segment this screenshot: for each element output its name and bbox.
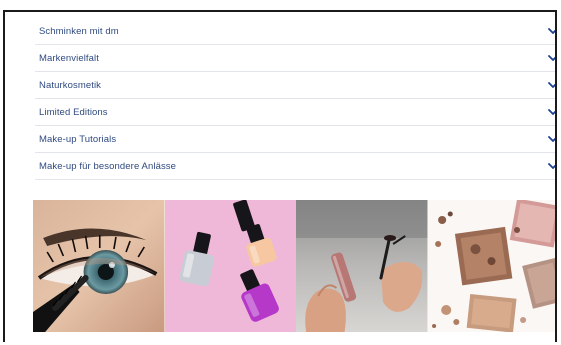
chevron-down-icon[interactable]: [546, 105, 555, 119]
accordion-label: Limited Editions: [39, 106, 108, 118]
accordion-item-markenvielfalt[interactable]: Markenvielfalt: [35, 45, 555, 72]
accordion-label: Naturkosmetik: [39, 79, 102, 91]
accordion-item-makeup-tutorials[interactable]: Make-up Tutorials: [35, 126, 555, 153]
makeup-image-strip: [33, 200, 555, 332]
chevron-down-icon[interactable]: [546, 24, 555, 38]
accordion-item-besondere-anlaesse[interactable]: Make-up für besondere Anlässe: [35, 153, 555, 180]
makeup-accordion: Schminken mit dm Markenvielfalt Naturkos…: [35, 18, 555, 180]
chevron-down-icon[interactable]: [546, 51, 555, 65]
eyeshadow-image: [427, 200, 555, 332]
accordion-label: Make-up Tutorials: [39, 133, 117, 145]
nail-polish-image: [164, 200, 296, 332]
page-frame: Schminken mit dm Markenvielfalt Naturkos…: [3, 10, 557, 342]
eye-mascara-image: [33, 200, 165, 332]
lipgloss-image: [296, 200, 428, 332]
accordion-label: Markenvielfalt: [39, 52, 100, 64]
chevron-down-icon[interactable]: [546, 78, 555, 92]
chevron-down-icon[interactable]: [546, 159, 555, 173]
accordion-item-schminken[interactable]: Schminken mit dm: [35, 18, 555, 45]
accordion-item-limited-editions[interactable]: Limited Editions: [35, 99, 555, 126]
chevron-down-icon[interactable]: [546, 132, 555, 146]
accordion-label: Make-up für besondere Anlässe: [39, 160, 177, 172]
accordion-label: Schminken mit dm: [39, 25, 119, 37]
accordion-item-naturkosmetik[interactable]: Naturkosmetik: [35, 72, 555, 99]
